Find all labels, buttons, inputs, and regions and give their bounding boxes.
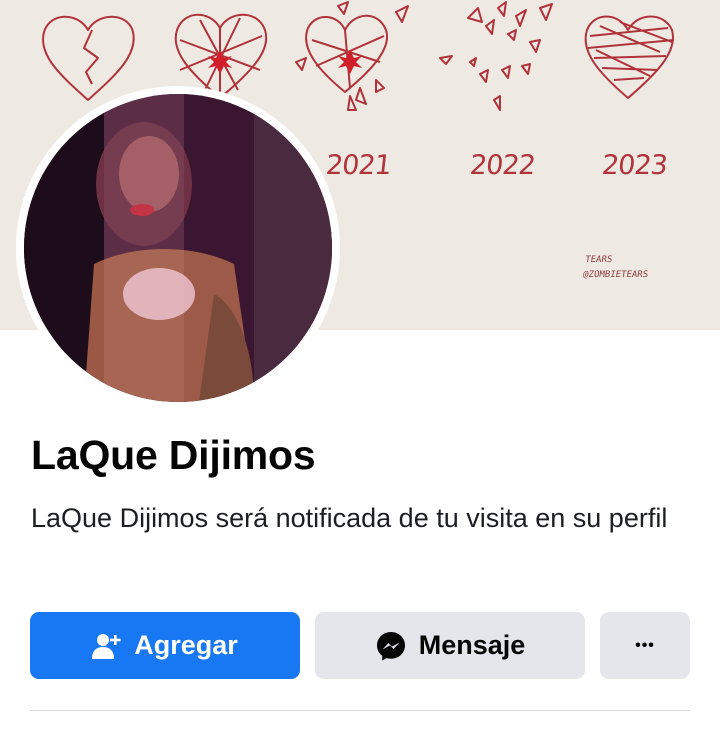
year-label-2023: 2023 bbox=[600, 150, 669, 181]
message-button[interactable]: Mensaje bbox=[315, 612, 585, 679]
year-label-2021: 2021 bbox=[324, 150, 393, 181]
artist-credit: Tears @zombietears bbox=[582, 253, 651, 283]
add-friend-label: Agregar bbox=[134, 630, 238, 660]
profile-name: LaQue Dijimos bbox=[31, 432, 316, 478]
visit-notification-text: LaQue Dijimos será notificada de tu visi… bbox=[31, 503, 668, 533]
artist-credit-handle: @zombietears bbox=[582, 270, 649, 280]
add-friend-icon bbox=[92, 632, 122, 660]
more-options-icon: ••• bbox=[635, 636, 655, 654]
more-options-button[interactable]: ••• bbox=[600, 612, 690, 679]
add-friend-button[interactable]: Agregar bbox=[30, 612, 300, 679]
messenger-icon bbox=[375, 630, 407, 662]
message-label: Mensaje bbox=[418, 630, 526, 660]
profile-photo-image bbox=[24, 94, 332, 402]
artist-credit-name: Tears bbox=[584, 255, 613, 265]
section-divider bbox=[30, 710, 690, 711]
profile-picture[interactable] bbox=[24, 94, 332, 402]
year-label-2022: 2022 bbox=[468, 150, 537, 181]
